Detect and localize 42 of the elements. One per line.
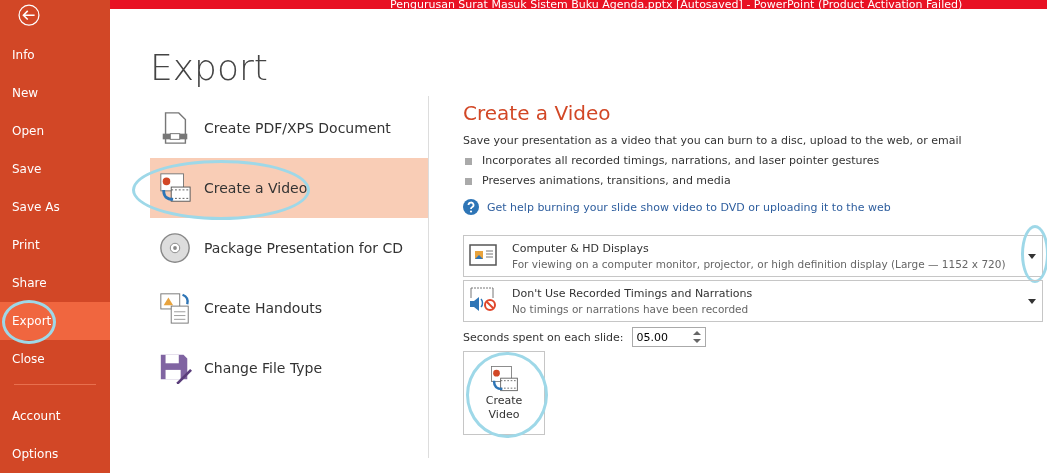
export-option[interactable]: Create PDF/XPS Document bbox=[150, 98, 428, 158]
dropdown[interactable]: Computer & HD Displays For viewing on a computer monitor, projector, or high definition display (Large — 1152 x 720) bbox=[463, 235, 1043, 277]
dropdown-title: Computer & HD Displays bbox=[512, 242, 650, 255]
sidebar-item[interactable]: Account bbox=[0, 397, 110, 435]
export-option[interactable]: Create Handouts bbox=[150, 278, 428, 338]
page-heading: Export bbox=[150, 47, 269, 88]
sidebar-item[interactable]: Options bbox=[0, 435, 110, 473]
export-option[interactable]: Change File Type bbox=[150, 338, 428, 398]
caret-icon bbox=[1028, 253, 1036, 259]
field-label: Seconds spent on each slide: bbox=[463, 330, 624, 344]
export-option[interactable]: Package Presentation for CD bbox=[150, 218, 428, 278]
help-icon bbox=[463, 199, 479, 215]
sidebar-item[interactable]: Export bbox=[0, 302, 110, 341]
help-link[interactable]: Get help burning your slide show video to DVD or uploading it to the web bbox=[487, 200, 891, 214]
sidebar-item[interactable]: Open bbox=[0, 112, 110, 151]
bullet-text: Incorporates all recorded timings, narrations, and laser pointer gestures bbox=[482, 153, 880, 169]
dropdown[interactable]: Don't Use Recorded Timings and Narrations No timings or narrations have been recorded bbox=[463, 280, 1043, 322]
dropdown-title: Don't Use Recorded Timings and Narrations bbox=[512, 287, 754, 300]
description-text: Save your presentation as a video that you can burn to a disc, upload to the web, or email bbox=[463, 133, 963, 149]
video-export-icon bbox=[489, 364, 519, 394]
caret-icon bbox=[1028, 298, 1036, 304]
sidebar-item[interactable]: Print bbox=[0, 226, 110, 265]
sidebar-item[interactable]: Info bbox=[0, 36, 110, 75]
video-export-icon bbox=[158, 171, 192, 205]
bullet-text: Preserves animations, transitions, and media bbox=[482, 173, 731, 189]
create-video-button[interactable]: Create Video bbox=[463, 351, 545, 435]
sidebar-item[interactable]: Close bbox=[0, 340, 110, 379]
dropdown-subtitle: No timings or narrations have been recorded bbox=[512, 303, 750, 315]
sidebar-item[interactable]: Save bbox=[0, 150, 110, 189]
seconds-spinner[interactable]: 05.00 bbox=[631, 327, 706, 347]
bullet-icon bbox=[465, 157, 472, 165]
disc-icon bbox=[158, 231, 192, 265]
bullet-icon bbox=[465, 177, 472, 185]
sidebar-item[interactable]: New bbox=[0, 74, 110, 113]
dropdown-subtitle: For viewing on a computer monitor, projector, or high definition display (Large — 1152 x 720) bbox=[512, 258, 1007, 270]
handouts-icon bbox=[158, 291, 192, 325]
sidebar-item[interactable]: Save As bbox=[0, 188, 110, 227]
section-title: Create a Video bbox=[463, 101, 612, 125]
sidebar-item[interactable]: Share bbox=[0, 264, 110, 303]
export-option[interactable]: Create a Video bbox=[150, 158, 428, 218]
spinner-arrows-icon bbox=[692, 329, 701, 345]
window-title: Pengurusan Surat Masuk Sistem Buku Agenda.pptx [Autosaved] - PowerPoint (Product Activation Failed) bbox=[390, 0, 963, 11]
